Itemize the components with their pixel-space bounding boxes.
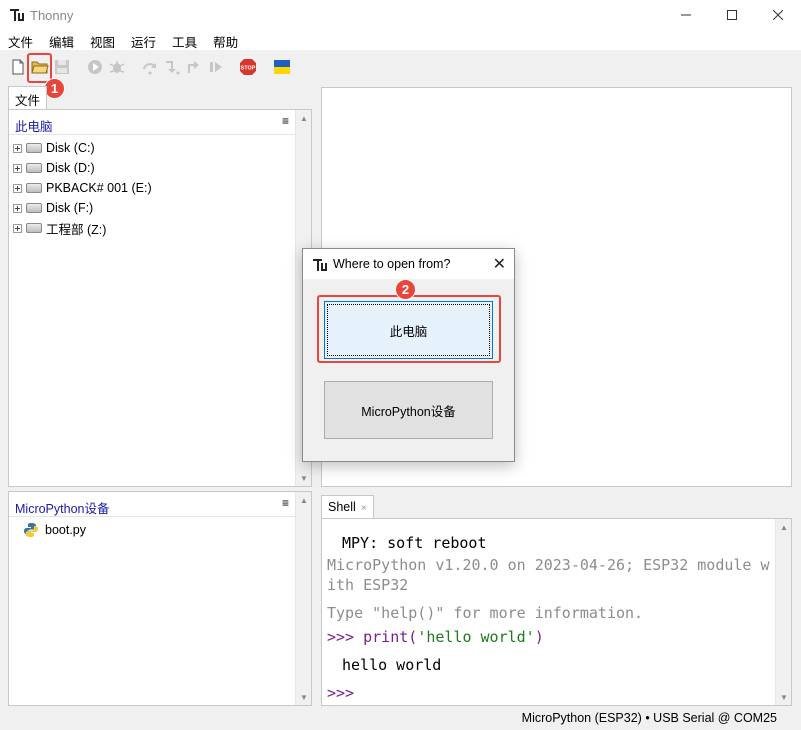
open-from-device-label: MicroPython设备: [361, 404, 456, 419]
menu-view[interactable]: 视图: [82, 30, 123, 50]
drive-label: Disk (F:): [46, 201, 94, 215]
thonny-logo-icon: [313, 259, 327, 271]
file-label: boot.py: [45, 523, 87, 537]
device-pane-scrollbar[interactable]: ▲ ▼: [295, 492, 311, 705]
step-out-icon[interactable]: [185, 58, 203, 76]
scroll-up-icon[interactable]: ▲: [296, 492, 312, 508]
menu-run[interactable]: 运行: [123, 30, 164, 50]
shell-cmd-fn: print(: [363, 628, 418, 646]
toolbar: STOP: [0, 50, 801, 84]
scroll-down-icon[interactable]: ▼: [296, 689, 312, 705]
shell-version-line: MicroPython v1.20.0 on 2023-04-26; ESP32…: [327, 556, 770, 574]
shell-cmd-end: ): [534, 628, 544, 646]
maximize-icon: [727, 10, 737, 20]
shell-panel[interactable]: MPY: soft reboot MicroPython v1.20.0 on …: [321, 518, 792, 706]
tab-shell[interactable]: Shell ×: [321, 495, 374, 519]
maximize-button[interactable]: [709, 0, 755, 30]
open-from-device-button[interactable]: MicroPython设备: [324, 381, 493, 439]
menu-edit[interactable]: 编辑: [41, 30, 82, 50]
shell-tab-close-icon[interactable]: ×: [361, 503, 367, 514]
shell-help-hint: Type "help()" for more information.: [327, 604, 644, 622]
scroll-up-icon[interactable]: ▲: [776, 519, 792, 535]
shell-soft-reboot: MPY: soft reboot: [342, 534, 487, 552]
step-over-icon[interactable]: [141, 58, 159, 76]
dialog-title: Where to open from?: [333, 257, 451, 271]
drive-label: 工程部 (Z:): [46, 222, 107, 237]
new-file-icon[interactable]: [9, 58, 27, 76]
window-title: Thonny: [30, 8, 74, 23]
save-icon[interactable]: [53, 58, 71, 76]
drive-row[interactable]: Disk (C:): [9, 138, 95, 158]
menu-tools[interactable]: 工具: [164, 30, 205, 50]
close-button[interactable]: [755, 0, 801, 30]
thonny-logo-icon: [10, 9, 24, 21]
annotation-badge-2: 2: [395, 279, 416, 300]
status-bar: MicroPython (ESP32) • USB Serial @ COM25: [0, 706, 801, 730]
stop-label: STOP: [241, 66, 256, 72]
tab-files[interactable]: 文件: [8, 86, 48, 109]
status-text[interactable]: MicroPython (ESP32) • USB Serial @ COM25: [522, 711, 777, 725]
shell-command-line: >>> print('hello world'): [327, 628, 544, 646]
ukraine-flag-icon[interactable]: [273, 58, 291, 76]
drive-icon: [26, 163, 42, 173]
computer-button-highlight: [317, 295, 501, 363]
drive-icon: [26, 143, 42, 153]
shell-cmd-string: 'hello world': [417, 628, 535, 646]
file-row[interactable]: boot.py: [23, 520, 86, 540]
annotation-badge-1: 1: [44, 78, 65, 99]
device-header-label[interactable]: MicroPython设备: [15, 498, 109, 517]
expand-icon[interactable]: [13, 203, 22, 213]
run-icon[interactable]: [86, 58, 104, 76]
drive-label: Disk (D:): [46, 161, 95, 175]
shell-prompt: >>>: [327, 628, 364, 646]
stop-icon[interactable]: STOP: [239, 58, 257, 76]
menu-help[interactable]: 帮助: [205, 30, 246, 50]
drive-label: PKBACK# 001 (E:): [46, 181, 152, 195]
minimize-button[interactable]: [663, 0, 709, 30]
close-icon: [773, 10, 783, 20]
pane-menu-icon[interactable]: ≡: [282, 496, 289, 510]
drive-label: Disk (C:): [46, 141, 95, 155]
expand-icon[interactable]: [13, 163, 22, 173]
dialog-close-icon[interactable]: ✕: [493, 254, 506, 274]
resume-icon[interactable]: [207, 58, 225, 76]
drive-row[interactable]: PKBACK# 001 (E:): [9, 178, 152, 198]
menu-file[interactable]: 文件: [0, 30, 41, 50]
drive-icon: [26, 223, 42, 233]
computer-pane: 此电脑 ≡ Disk (C:) Disk (D:) PKBACK# 001 (E…: [8, 109, 312, 487]
python-file-icon: [24, 523, 38, 537]
shell-output: hello world: [342, 656, 442, 674]
thonny-window: Thonny 文件 编辑 视图 运行 工具 帮助 STOP 1 文件 此电脑 ≡…: [0, 0, 801, 730]
title-bar: Thonny: [0, 0, 801, 30]
scroll-down-icon[interactable]: ▼: [776, 689, 792, 705]
expand-icon[interactable]: [13, 223, 22, 233]
shell-scrollbar[interactable]: ▲ ▼: [775, 519, 791, 705]
pane-menu-icon[interactable]: ≡: [282, 114, 289, 128]
drive-row[interactable]: Disk (F:): [9, 198, 93, 218]
step-into-icon[interactable]: [163, 58, 181, 76]
drive-row[interactable]: Disk (D:): [9, 158, 95, 178]
drive-row[interactable]: 工程部 (Z:): [9, 218, 106, 238]
debug-icon[interactable]: [108, 58, 126, 76]
device-pane-header: MicroPython设备 ≡: [9, 492, 295, 517]
shell-version-line: ith ESP32: [327, 576, 409, 594]
drive-icon: [26, 183, 42, 193]
scroll-up-icon[interactable]: ▲: [296, 110, 312, 126]
menu-bar: 文件 编辑 视图 运行 工具 帮助: [0, 30, 801, 50]
expand-icon[interactable]: [13, 143, 22, 153]
shell-prompt[interactable]: >>>: [327, 684, 354, 702]
scroll-down-icon[interactable]: ▼: [296, 470, 312, 486]
dialog-title-bar: Where to open from? ✕: [303, 249, 514, 279]
shell-tab-label: Shell: [328, 500, 356, 514]
drive-icon: [26, 203, 42, 213]
expand-icon[interactable]: [13, 183, 22, 193]
computer-header-label[interactable]: 此电脑: [15, 116, 53, 135]
device-pane: MicroPython设备 ≡ boot.py ▲ ▼: [8, 491, 312, 706]
computer-pane-header: 此电脑 ≡: [9, 110, 295, 135]
minimize-icon: [681, 14, 691, 16]
